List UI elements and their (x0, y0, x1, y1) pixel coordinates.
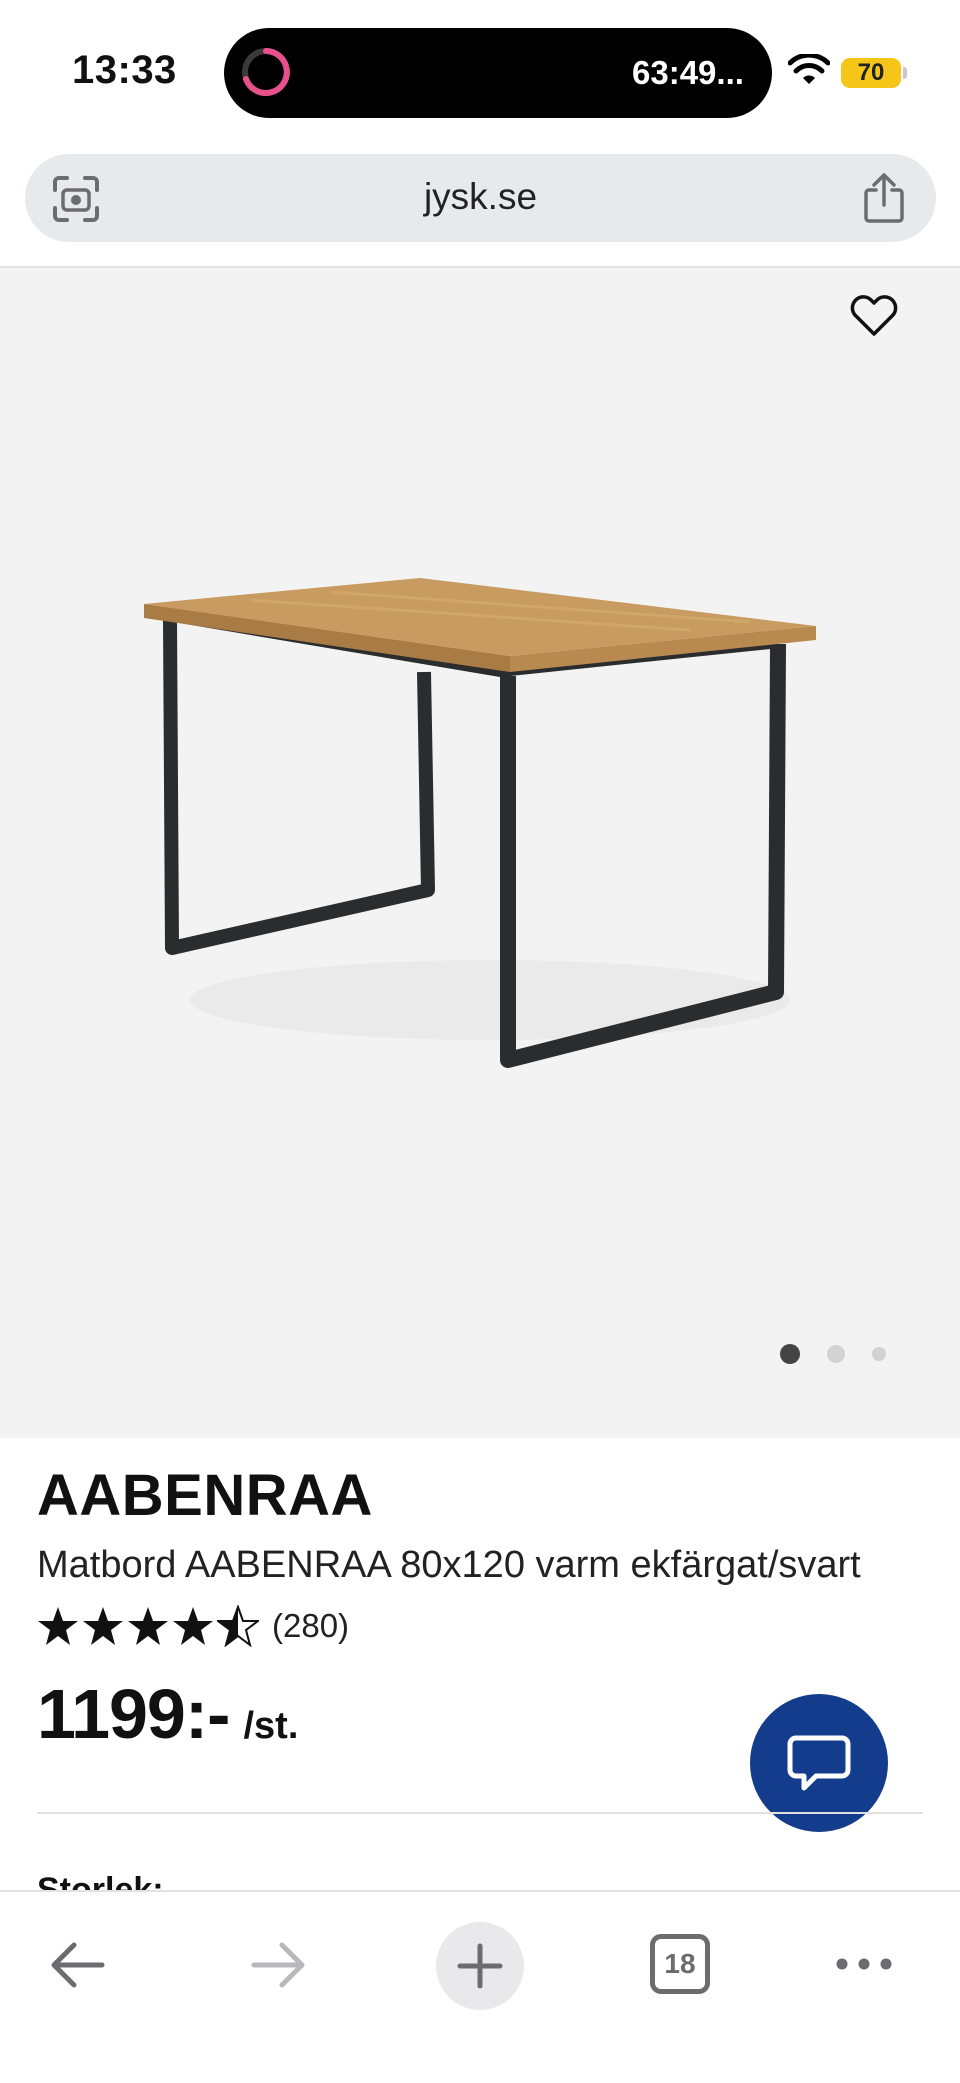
favorite-heart-icon[interactable] (848, 290, 900, 338)
product-image-table (144, 578, 816, 1068)
status-time: 13:33 (72, 48, 177, 92)
price-value: 1199:- (37, 1675, 230, 1753)
new-tab-button[interactable] (436, 1922, 524, 2010)
star-full-icon (128, 1607, 168, 1645)
browser-toolbar: 18 (0, 1890, 960, 2083)
more-icon[interactable] (834, 1952, 894, 1976)
rating-count: (280) (272, 1607, 350, 1644)
product-description: Matbord AABENRAA 80x120 varm ekfärgat/sv… (37, 1544, 861, 1586)
timer-ring-icon (242, 48, 290, 96)
gallery-dot[interactable] (827, 1345, 845, 1363)
back-arrow-icon[interactable] (46, 1936, 108, 1994)
price-unit: /st. (243, 1705, 299, 1747)
size-label: Storlek: (37, 1871, 164, 1892)
address-bar[interactable]: jysk.se (25, 154, 936, 242)
product-brand: AABENRAA (37, 1463, 373, 1528)
wifi-icon (788, 54, 830, 84)
price-block: 1199:- /st. (37, 1674, 298, 1754)
chat-bubble-icon (787, 1735, 851, 1791)
share-icon[interactable] (859, 172, 909, 224)
tabs-button[interactable]: 18 (650, 1934, 710, 1994)
timer-text: 63:49... (632, 54, 744, 91)
battery-indicator: 70 (841, 58, 901, 88)
plus-icon (457, 1943, 503, 1989)
rating-stars[interactable]: (280) (37, 1604, 349, 1648)
star-full-icon (173, 1607, 213, 1645)
forward-arrow-icon[interactable] (248, 1936, 310, 1994)
status-bar: 13:33 63:49... 70 (0, 0, 960, 140)
gallery-dot[interactable] (872, 1347, 886, 1361)
section-divider (37, 1812, 923, 1814)
gallery-dot-active[interactable] (780, 1344, 800, 1364)
battery-tip (903, 67, 907, 79)
star-full-icon (83, 1607, 123, 1645)
url-text: jysk.se (423, 176, 538, 217)
gallery-pagination (780, 1344, 900, 1368)
star-half-icon (217, 1605, 259, 1647)
star-full-icon (38, 1607, 78, 1645)
